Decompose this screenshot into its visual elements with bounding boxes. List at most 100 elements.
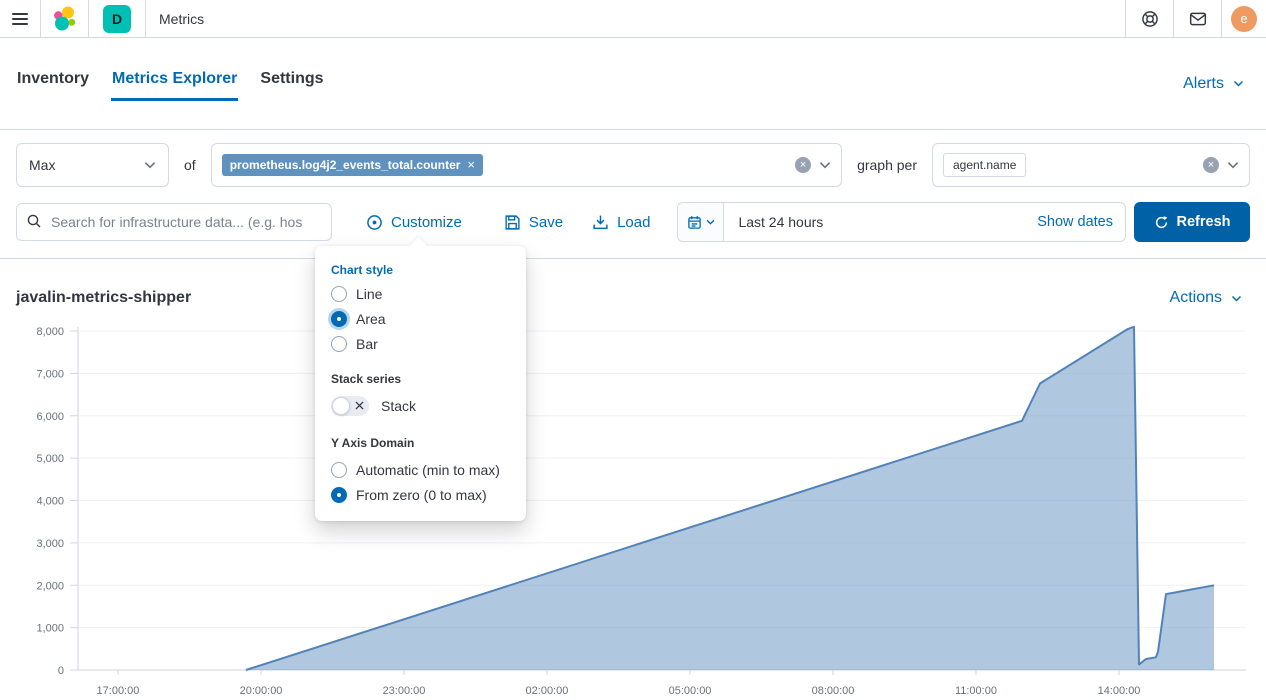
svg-text:5,000: 5,000 xyxy=(36,453,64,465)
customize-icon xyxy=(366,214,383,231)
of-label: of xyxy=(184,157,196,173)
chevron-down-icon xyxy=(706,219,715,225)
chart-style-heading: Chart style xyxy=(331,263,510,277)
svg-text:8,000: 8,000 xyxy=(36,326,64,338)
elastic-logo[interactable] xyxy=(41,0,89,37)
radio-line[interactable] xyxy=(331,286,347,302)
top-bar-spacer xyxy=(204,0,1125,37)
chart-style-option-bar[interactable]: Bar xyxy=(331,336,510,352)
remove-metric-icon[interactable]: × xyxy=(467,160,475,170)
svg-text:7,000: 7,000 xyxy=(36,368,64,380)
svg-text:2,000: 2,000 xyxy=(36,580,64,592)
svg-text:1,000: 1,000 xyxy=(36,623,64,635)
clear-metric-button[interactable]: × xyxy=(795,157,811,173)
chevron-down-icon xyxy=(144,161,156,169)
refresh-icon xyxy=(1154,215,1169,230)
chevron-down-icon[interactable] xyxy=(819,161,831,169)
radio-from-zero-label: From zero (0 to max) xyxy=(356,487,487,503)
refresh-button[interactable]: Refresh xyxy=(1134,202,1250,242)
graph-per-label: graph per xyxy=(857,157,917,173)
customize-button[interactable]: Customize xyxy=(366,214,462,231)
save-button[interactable]: Save xyxy=(504,214,563,231)
load-icon xyxy=(592,214,609,231)
radio-automatic-label: Automatic (min to max) xyxy=(356,462,500,478)
customize-popover: Chart style Line Area Bar Stack series S… xyxy=(315,246,526,521)
svg-text:05:00:00: 05:00:00 xyxy=(669,685,712,697)
elastic-logo-icon xyxy=(52,6,78,32)
svg-text:6,000: 6,000 xyxy=(36,411,64,423)
time-range-value[interactable]: Last 24 hours xyxy=(724,214,823,230)
load-button[interactable]: Load xyxy=(592,214,650,231)
tab-metrics-explorer[interactable]: Metrics Explorer xyxy=(111,66,238,101)
group-by-pill[interactable]: agent.name xyxy=(943,153,1026,177)
show-dates-button[interactable]: Show dates xyxy=(1037,214,1125,230)
newsfeed-button[interactable] xyxy=(1173,0,1221,37)
stack-toggle[interactable] xyxy=(331,396,369,416)
chart-header: javalin-metrics-shipper Actions xyxy=(0,289,1266,307)
svg-text:4,000: 4,000 xyxy=(36,496,64,508)
save-icon xyxy=(504,214,521,231)
search-input[interactable] xyxy=(16,203,332,241)
svg-text:17:00:00: 17:00:00 xyxy=(97,685,140,697)
mail-icon xyxy=(1189,10,1207,28)
stack-switch-row[interactable]: Stack xyxy=(331,396,510,416)
search-field xyxy=(16,203,332,241)
svg-text:0: 0 xyxy=(58,665,64,677)
space-selector[interactable]: D xyxy=(89,0,146,37)
top-bar: D Metrics e xyxy=(0,0,1266,38)
save-label: Save xyxy=(529,214,563,231)
chart-style-option-line[interactable]: Line xyxy=(331,286,510,302)
svg-text:14:00:00: 14:00:00 xyxy=(1098,685,1141,697)
stack-series-heading: Stack series xyxy=(331,372,510,386)
aggregation-value: Max xyxy=(29,157,55,173)
refresh-label: Refresh xyxy=(1177,214,1231,230)
svg-text:11:00:00: 11:00:00 xyxy=(955,685,997,697)
aggregation-select[interactable]: Max xyxy=(16,143,169,187)
y-domain-option-from-zero[interactable]: From zero (0 to max) xyxy=(331,487,510,503)
alerts-dropdown-button[interactable]: Alerts xyxy=(1183,75,1250,93)
date-quick-select-button[interactable] xyxy=(678,203,724,241)
toolbar-row: Customize Save Load Last 24 hours Show d… xyxy=(0,200,1266,258)
metric-controls-row: Max of prometheus.log4j2_events_total.co… xyxy=(0,130,1266,200)
svg-text:20:00:00: 20:00:00 xyxy=(240,685,283,697)
metric-pill[interactable]: prometheus.log4j2_events_total.counter × xyxy=(222,154,483,176)
svg-text:23:00:00: 23:00:00 xyxy=(383,685,426,697)
toggle-off-x-icon xyxy=(355,401,364,410)
date-picker: Last 24 hours Show dates xyxy=(677,202,1126,242)
space-badge: D xyxy=(103,5,131,33)
radio-from-zero[interactable] xyxy=(331,487,347,503)
chart-style-option-area[interactable]: Area xyxy=(331,311,510,327)
app-tabs: Inventory Metrics Explorer Settings Aler… xyxy=(0,38,1266,130)
alerts-label: Alerts xyxy=(1183,75,1224,93)
svg-text:3,000: 3,000 xyxy=(36,538,64,550)
chart-actions-button[interactable]: Actions xyxy=(1170,289,1250,307)
tab-settings[interactable]: Settings xyxy=(259,66,324,101)
svg-text:02:00:00: 02:00:00 xyxy=(526,685,569,697)
radio-area-label: Area xyxy=(356,311,386,327)
search-icon xyxy=(26,213,42,229)
user-menu-button[interactable]: e xyxy=(1221,0,1266,37)
metrics-chart[interactable]: 0 1,000 2,000 3,000 4,000 5,000 6,000 7,000 8,00… xyxy=(0,311,1266,700)
toolbar-divider xyxy=(0,258,1266,259)
radio-bar-label: Bar xyxy=(356,336,378,352)
metric-combobox[interactable]: prometheus.log4j2_events_total.counter ×… xyxy=(211,143,842,187)
tab-inventory[interactable]: Inventory xyxy=(16,66,90,101)
radio-automatic[interactable] xyxy=(331,462,347,478)
clear-group-by-button[interactable]: × xyxy=(1203,157,1219,173)
page-title: Metrics xyxy=(146,0,204,37)
radio-bar[interactable] xyxy=(331,336,347,352)
help-button[interactable] xyxy=(1125,0,1173,37)
help-icon xyxy=(1141,10,1159,28)
metric-pill-label: prometheus.log4j2_events_total.counter xyxy=(230,158,461,172)
chevron-down-icon xyxy=(1233,80,1244,87)
chevron-down-icon xyxy=(1231,295,1242,302)
load-label: Load xyxy=(617,214,650,231)
calendar-icon xyxy=(687,215,702,230)
actions-label: Actions xyxy=(1170,289,1222,307)
chevron-down-icon[interactable] xyxy=(1227,161,1239,169)
radio-line-label: Line xyxy=(356,286,382,302)
group-by-combobox[interactable]: agent.name × xyxy=(932,143,1250,187)
hamburger-menu-button[interactable] xyxy=(0,0,41,37)
y-domain-option-automatic[interactable]: Automatic (min to max) xyxy=(331,462,510,478)
radio-area[interactable] xyxy=(331,311,347,327)
